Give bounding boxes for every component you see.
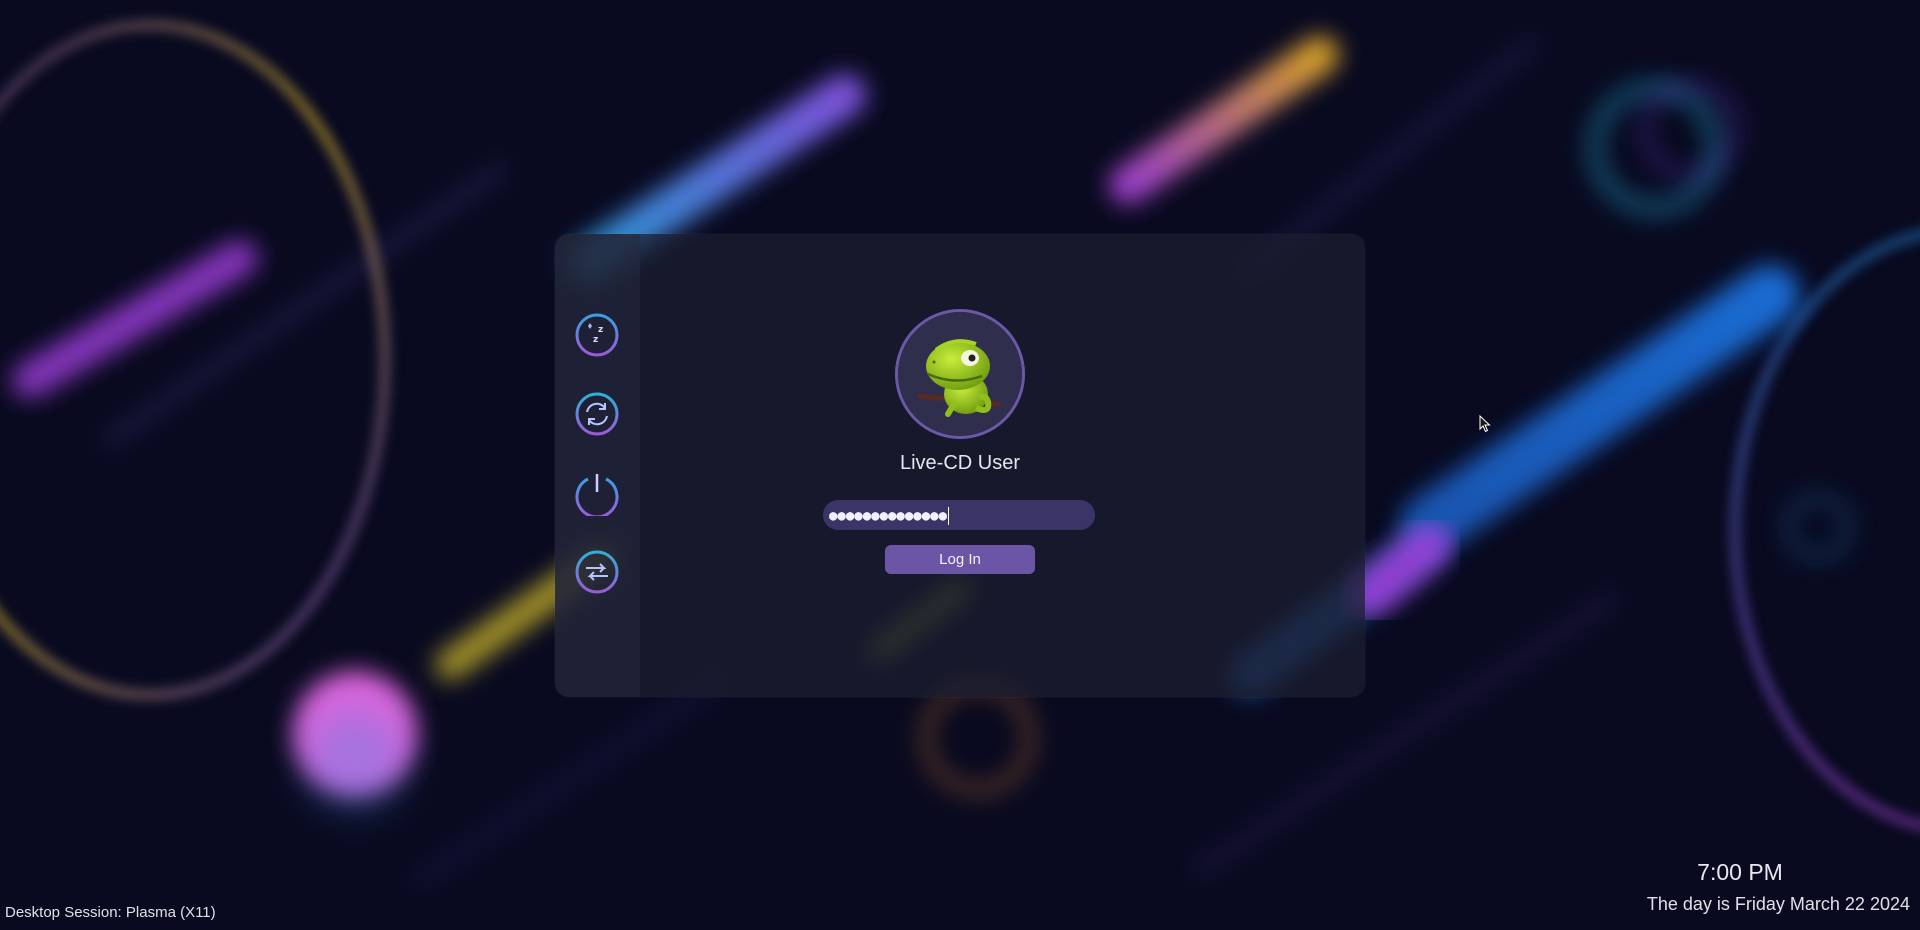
login-button[interactable]: Log In — [885, 545, 1035, 574]
session-actions-sidebar: z z — [555, 234, 640, 697]
shutdown-button[interactable] — [574, 470, 620, 516]
sleep-icon: z z — [574, 312, 620, 358]
clock-time: 7:00 PM — [1697, 859, 1783, 885]
chameleon-mascot-image — [898, 312, 1022, 436]
text-caret — [948, 506, 950, 525]
clock-date: The day is Friday March 22 2024 — [1646, 894, 1910, 914]
user-avatar[interactable] — [895, 309, 1025, 439]
power-icon — [574, 470, 620, 516]
sleep-button[interactable]: z z — [574, 312, 620, 358]
mouse-pointer-icon — [1479, 414, 1491, 433]
switch-user-icon — [574, 549, 620, 595]
svg-text:z: z — [593, 335, 598, 345]
password-field[interactable]: ●●●●●●●●●●●●●● — [823, 500, 1095, 530]
login-panel: z z Live-CD User ●●●●●●●●●●●●●● Log In — [555, 234, 1365, 697]
restart-button[interactable] — [574, 391, 620, 437]
username-label: Live-CD User — [899, 452, 1021, 474]
svg-text:z: z — [598, 325, 603, 335]
password-mask: ●●●●●●●●●●●●●● — [829, 508, 948, 524]
switch-user-button[interactable] — [574, 549, 620, 595]
restart-icon — [574, 391, 620, 437]
desktop-session-selector[interactable]: Desktop Session: Plasma (X11) — [5, 904, 216, 921]
